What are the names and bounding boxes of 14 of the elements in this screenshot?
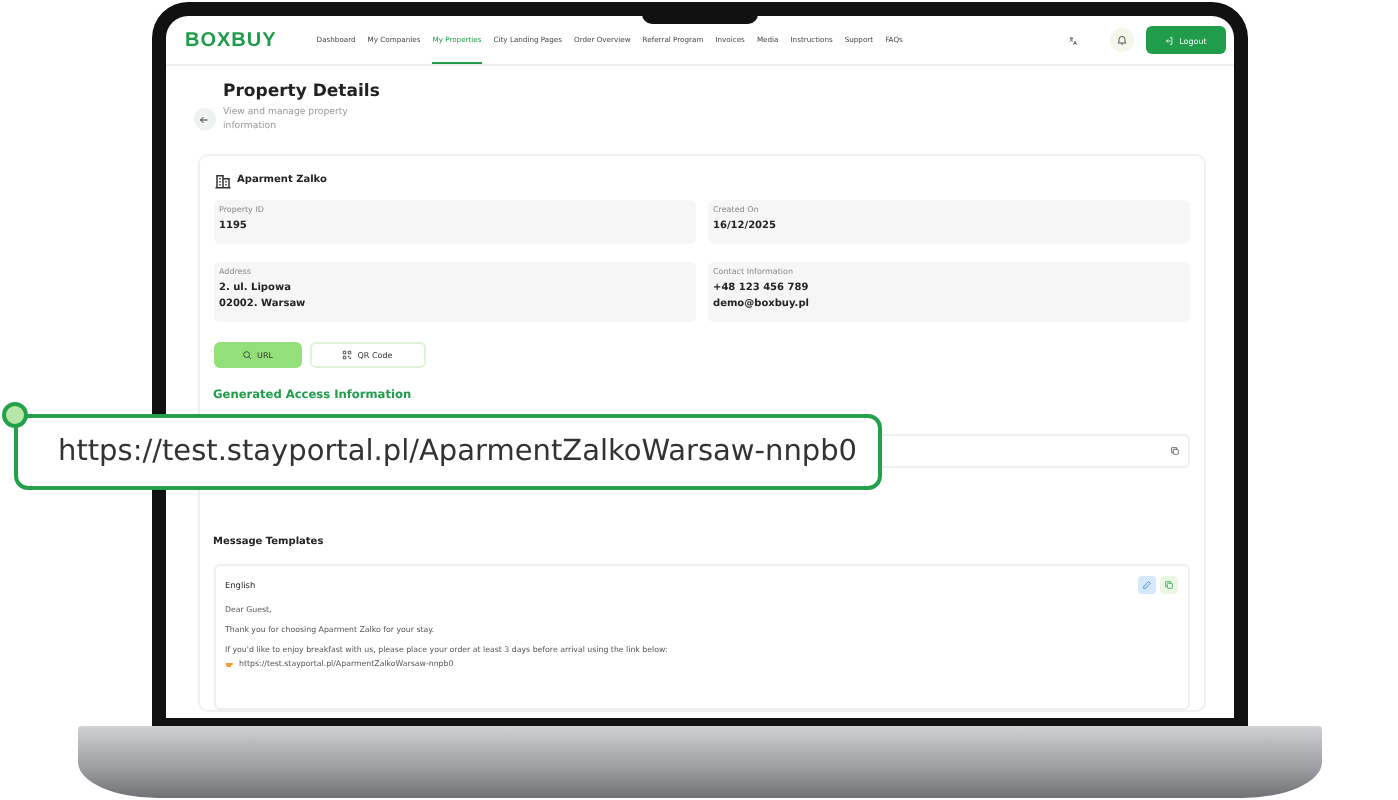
edit-icon: [1141, 580, 1151, 591]
copy-icon: [1169, 446, 1179, 457]
copy-icon: [1163, 580, 1173, 591]
access-url: https://test.stayportal.pl/AparmentZalkoWarsaw-nnpb0: [58, 436, 858, 468]
page-title: Property Details: [223, 82, 382, 102]
translate-icon: [1067, 35, 1077, 45]
pointing-hand-icon: [225, 659, 235, 668]
qr-icon: [341, 350, 352, 361]
building-icon: [213, 171, 231, 190]
back-button[interactable]: [193, 108, 215, 130]
logout-icon: [1163, 35, 1174, 45]
bell-icon: [1115, 34, 1127, 46]
back-arrow-icon: [198, 113, 210, 125]
brand-logo: BOXBUY: [185, 29, 277, 51]
